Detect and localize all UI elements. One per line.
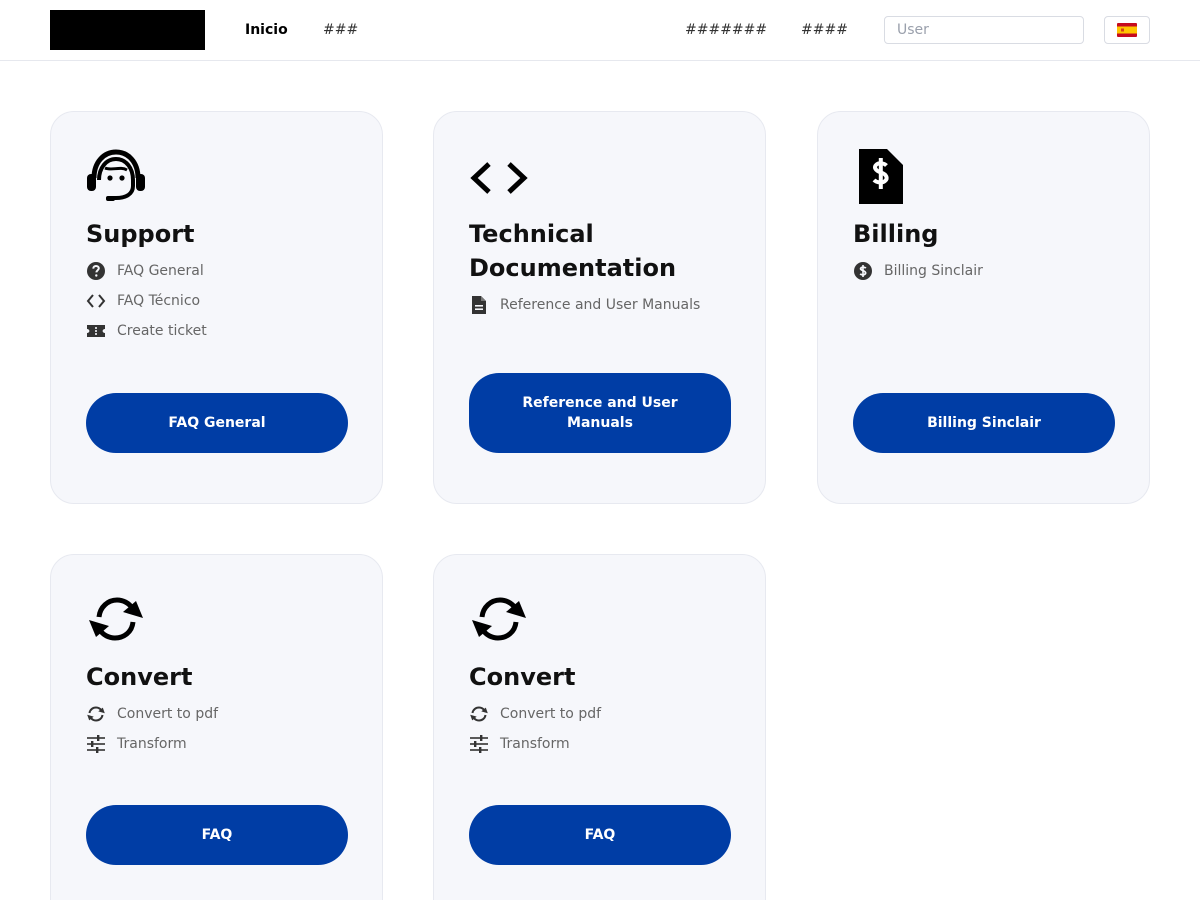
link-convert-to-pdf[interactable]: Convert to pdf xyxy=(469,699,601,729)
card-link-list: Reference and User Manuals xyxy=(469,290,700,320)
invoice-dollar-icon xyxy=(859,149,903,204)
card-link-list: Billing Sinclair xyxy=(853,256,983,286)
billing-sinclair-button[interactable]: Billing Sinclair xyxy=(853,393,1115,453)
sync-icon xyxy=(87,706,105,722)
sliders-icon xyxy=(470,735,488,753)
dollar-circle-icon xyxy=(854,262,872,280)
link-reference-manuals[interactable]: Reference and User Manuals xyxy=(469,290,700,320)
nav-link-4[interactable]: #### xyxy=(801,20,848,40)
billing-card: Billing Billing Sinclair Billing Sinclai… xyxy=(817,111,1150,504)
user-input[interactable] xyxy=(884,16,1084,44)
card-link-list: FAQ General FAQ Técnico Create ticket xyxy=(86,256,207,346)
headset-agent-icon xyxy=(87,149,145,201)
link-label: Transform xyxy=(500,736,570,752)
card-title: Billing xyxy=(853,220,939,248)
card-title: Support xyxy=(86,220,195,248)
link-label: Convert to pdf xyxy=(117,706,219,722)
document-icon xyxy=(472,296,486,314)
es-flag-icon xyxy=(1117,23,1137,37)
sync-icon xyxy=(470,706,488,722)
sync-icon xyxy=(472,597,526,641)
card-title: Convert xyxy=(469,663,576,691)
card-link-list: Convert to pdf Transform xyxy=(469,699,601,759)
faq-button[interactable]: FAQ xyxy=(469,805,731,865)
sliders-icon xyxy=(87,735,105,753)
question-circle-icon xyxy=(87,262,105,280)
card-link-list: Convert to pdf Transform xyxy=(86,699,218,759)
faq-button[interactable]: FAQ xyxy=(86,805,348,865)
link-label: FAQ General xyxy=(117,263,204,279)
link-label: Transform xyxy=(117,736,187,752)
sync-icon xyxy=(89,597,143,641)
card-title: Technical Documentation xyxy=(469,220,677,282)
support-card: Support FAQ General FAQ Técnico Create t… xyxy=(50,111,383,504)
link-create-ticket[interactable]: Create ticket xyxy=(86,316,207,346)
link-faq-tecnico[interactable]: FAQ Técnico xyxy=(86,286,207,316)
faq-general-button[interactable]: FAQ General xyxy=(86,393,348,453)
link-faq-general[interactable]: FAQ General xyxy=(86,256,207,286)
language-selector-button[interactable] xyxy=(1104,16,1150,44)
nav-link-inicio[interactable]: Inicio xyxy=(245,20,288,40)
convert-card-1: Convert Convert to pdf Transform FAQ xyxy=(50,554,383,900)
convert-card-2: Convert Convert to pdf Transform FAQ xyxy=(433,554,766,900)
technical-documentation-card: Technical Documentation Reference and Us… xyxy=(433,111,766,504)
site-logo[interactable] xyxy=(50,10,205,50)
link-label: FAQ Técnico xyxy=(117,293,201,309)
nav-link-3[interactable]: ####### xyxy=(685,20,767,40)
nav-link-2[interactable]: ### xyxy=(323,20,358,40)
link-transform[interactable]: Transform xyxy=(469,729,601,759)
code-icon xyxy=(86,294,106,308)
link-convert-to-pdf[interactable]: Convert to pdf xyxy=(86,699,218,729)
link-label: Convert to pdf xyxy=(500,706,602,722)
card-title: Convert xyxy=(86,663,193,691)
link-transform[interactable]: Transform xyxy=(86,729,218,759)
reference-manuals-button[interactable]: Reference and User Manuals xyxy=(469,373,731,453)
ticket-icon xyxy=(87,325,105,337)
link-label: Create ticket xyxy=(117,323,207,339)
link-label: Reference and User Manuals xyxy=(500,297,701,313)
code-icon xyxy=(470,162,528,194)
top-navigation-bar: Inicio ### ####### #### xyxy=(0,0,1200,61)
link-billing-sinclair[interactable]: Billing Sinclair xyxy=(853,256,983,286)
link-label: Billing Sinclair xyxy=(884,263,983,279)
